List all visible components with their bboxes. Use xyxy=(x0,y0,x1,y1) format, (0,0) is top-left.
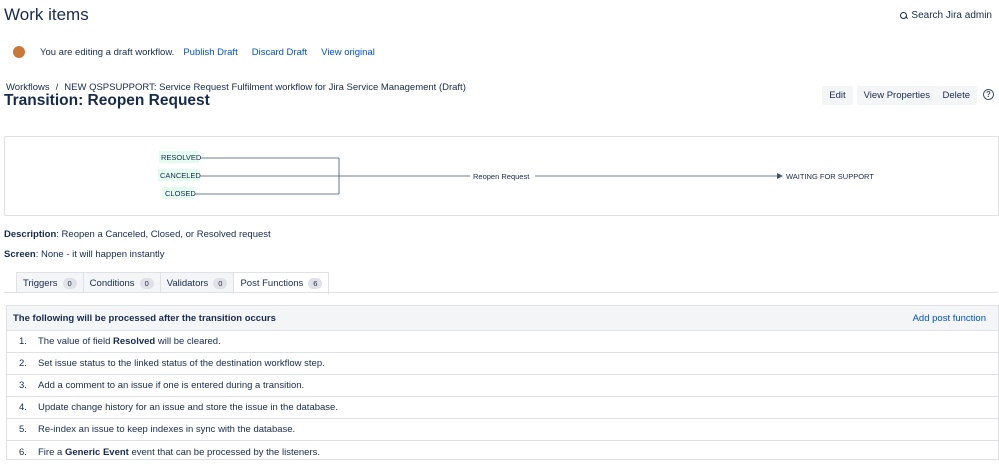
list-item-bold: Resolved xyxy=(113,336,155,347)
status-resolved: RESOLVED xyxy=(161,153,202,162)
description-value: : Reopen a Canceled, Closed, or Resolved… xyxy=(56,229,270,240)
list-item-text: Add a comment to an issue if one is ente… xyxy=(38,380,304,391)
description-label: Description xyxy=(4,229,56,240)
list-item-number: 4. xyxy=(19,402,32,413)
list-item-text: Fire a xyxy=(38,447,65,458)
delete-button[interactable]: Delete xyxy=(936,86,977,105)
list-item-text: The value of field xyxy=(38,336,113,347)
status-canceled: CANCELED xyxy=(160,171,201,180)
view-properties-button[interactable]: View Properties xyxy=(857,86,937,105)
tab-label: Validators xyxy=(167,278,209,289)
list-item-number: 3. xyxy=(19,380,32,391)
transition-actions: Edit View Properties xyxy=(822,86,937,105)
list-item-number: 6. xyxy=(19,447,32,458)
publish-draft-link[interactable]: Publish Draft xyxy=(183,47,237,58)
tab-validators[interactable]: Validators 0 xyxy=(160,272,235,293)
screen-info: Screen: None - it will happen instantly xyxy=(4,249,165,260)
draft-notice-bar: You are editing a draft workflow. Publis… xyxy=(13,46,389,58)
transition-tabs: Triggers 0 Conditions 0 Validators 0 Pos… xyxy=(16,272,328,294)
list-item: 6. Fire a Generic Event event that can b… xyxy=(7,441,998,463)
list-item: 4. Update change history for an issue an… xyxy=(7,397,998,419)
screen-label: Screen xyxy=(4,249,36,260)
list-item-text: Update change history for an issue and s… xyxy=(38,402,338,413)
tab-label: Conditions xyxy=(90,278,135,289)
post-functions-header: The following will be processed after th… xyxy=(7,306,998,331)
transition-title: Transition: Reopen Request xyxy=(4,92,210,110)
post-functions-heading: The following will be processed after th… xyxy=(13,313,276,324)
edit-button[interactable]: Edit xyxy=(822,86,852,105)
post-functions-panel: The following will be processed after th… xyxy=(6,305,999,460)
count-badge: 0 xyxy=(213,278,227,289)
transition-diagram-svg: RESOLVED CANCELED CLOSED Reopen Request … xyxy=(5,137,999,217)
status-closed: CLOSED xyxy=(165,189,196,198)
list-item-number: 5. xyxy=(19,424,32,435)
search-admin-label: Search Jira admin xyxy=(911,10,992,21)
list-item-text: Re-index an issue to keep indexes in syn… xyxy=(38,424,295,435)
list-item: 1. The value of field Resolved will be c… xyxy=(7,331,998,353)
list-item: 2. Set issue status to the linked status… xyxy=(7,353,998,375)
draft-message: You are editing a draft workflow. xyxy=(40,47,174,58)
tab-label: Triggers xyxy=(23,278,58,289)
tab-conditions[interactable]: Conditions 0 xyxy=(83,272,161,293)
transition-label: Reopen Request xyxy=(473,172,530,181)
search-icon xyxy=(900,12,908,20)
list-item-number: 2. xyxy=(19,358,32,369)
list-item-text: Set issue status to the linked status of… xyxy=(38,358,325,369)
list-item-text: will be cleared. xyxy=(155,336,220,347)
screen-value: : None - it will happen instantly xyxy=(36,249,165,260)
list-item-text: event that can be processed by the liste… xyxy=(129,447,320,458)
list-item-bold: Generic Event xyxy=(65,447,129,458)
status-waiting-for-support: WAITING FOR SUPPORT xyxy=(786,172,874,181)
count-badge: 0 xyxy=(63,278,77,289)
transition-diagram: RESOLVED CANCELED CLOSED Reopen Request … xyxy=(4,136,999,216)
add-post-function-link[interactable]: Add post function xyxy=(913,313,986,324)
list-item-number: 1. xyxy=(19,336,32,347)
count-badge: 6 xyxy=(308,278,322,289)
tab-post-functions[interactable]: Post Functions 6 xyxy=(233,272,329,294)
list-item: 3. Add a comment to an issue if one is e… xyxy=(7,375,998,397)
list-item: 5. Re-index an issue to keep indexes in … xyxy=(7,419,998,441)
tabs-divider xyxy=(4,292,998,293)
arrow-head-icon xyxy=(777,173,783,179)
draft-status-icon xyxy=(13,46,25,58)
discard-draft-link[interactable]: Discard Draft xyxy=(252,47,307,58)
tab-triggers[interactable]: Triggers 0 xyxy=(16,272,84,293)
page-title: Work items xyxy=(4,5,89,25)
view-original-link[interactable]: View original xyxy=(321,47,375,58)
search-admin-link[interactable]: Search Jira admin xyxy=(900,10,992,21)
description: Description: Reopen a Canceled, Closed, … xyxy=(4,229,271,240)
count-badge: 0 xyxy=(140,278,154,289)
help-icon[interactable]: ? xyxy=(983,89,994,100)
tab-label: Post Functions xyxy=(240,278,303,289)
